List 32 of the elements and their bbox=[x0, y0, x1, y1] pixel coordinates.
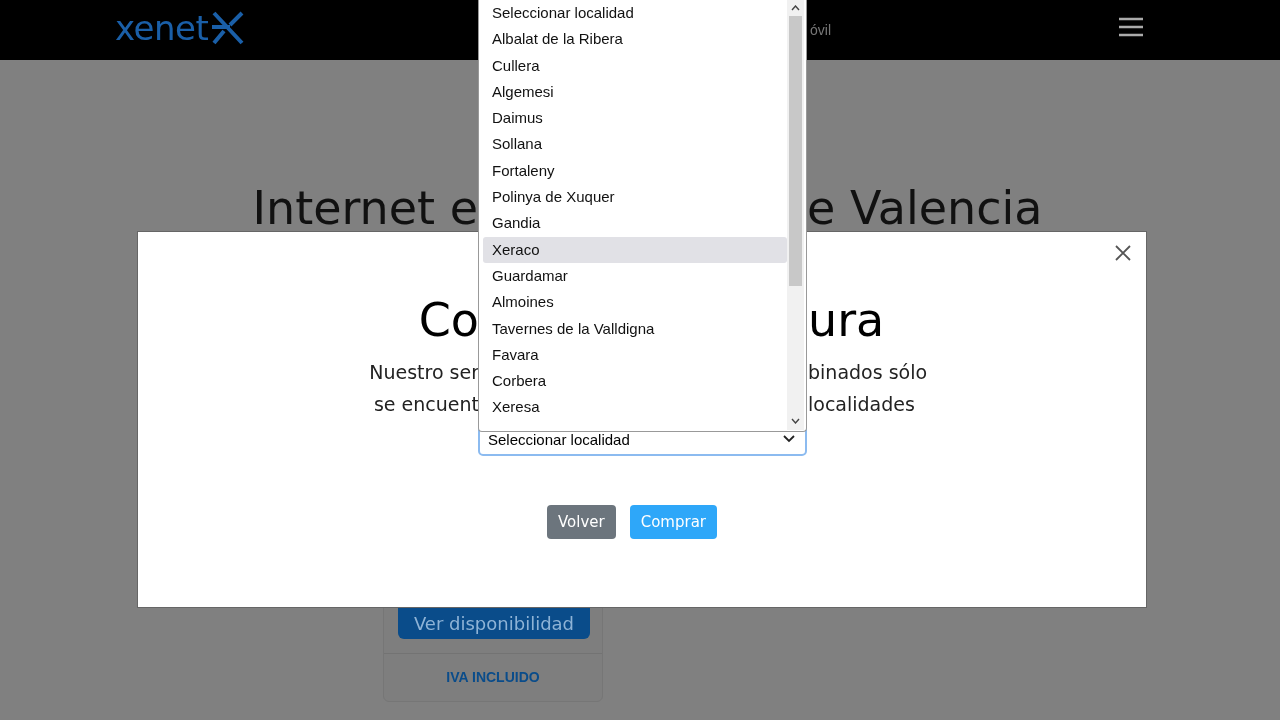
dropdown-option[interactable]: Favara bbox=[483, 341, 787, 369]
dropdown-option[interactable]: Corbera bbox=[483, 368, 787, 395]
menu-icon[interactable] bbox=[1119, 17, 1143, 37]
modal-title: ura bbox=[808, 292, 885, 349]
dropdown-option[interactable]: Polinya de Xuquer bbox=[483, 184, 787, 211]
scrollbar[interactable] bbox=[787, 0, 804, 430]
tax-note: IVA INCLUIDO bbox=[445, 669, 541, 685]
dropdown-option[interactable]: Guardamar bbox=[483, 262, 787, 290]
dropdown-option[interactable]: Daimus bbox=[483, 105, 787, 132]
back-button[interactable]: Volver bbox=[547, 505, 616, 539]
scroll-up-icon[interactable] bbox=[791, 5, 800, 11]
dropdown-option[interactable]: Tavernes de la Valldigna bbox=[483, 315, 787, 342]
dropdown-option[interactable]: Albalat de la Ribera bbox=[483, 26, 787, 53]
modal-text: binados sólo bbox=[808, 360, 928, 385]
dropdown-option[interactable]: Xeraco bbox=[483, 236, 787, 263]
chevron-down-icon bbox=[783, 435, 795, 443]
dropdown-option[interactable]: Fortaleny bbox=[483, 157, 787, 185]
page-heading: Internet e bbox=[252, 180, 478, 237]
dropdown-option[interactable]: Sollana bbox=[483, 131, 787, 158]
modal-text: Nuestro ser bbox=[369, 360, 479, 385]
dropdown-option[interactable]: Gandia bbox=[483, 210, 787, 237]
dropdown-option[interactable]: Algemesi bbox=[483, 78, 787, 106]
modal-text: localidades bbox=[808, 392, 915, 417]
dropdown-option[interactable]: Seleccionar localidad bbox=[483, 0, 787, 27]
dropdown-option[interactable]: Almoines bbox=[483, 289, 787, 316]
nav-link[interactable]: óvil bbox=[810, 22, 831, 38]
dropdown-option[interactable]: Xeresa bbox=[483, 394, 787, 421]
modal-title: Co bbox=[418, 292, 479, 349]
scroll-down-icon[interactable] bbox=[791, 418, 800, 424]
dropdown-option[interactable]: Cullera bbox=[483, 52, 787, 79]
page-heading: e Valencia bbox=[807, 180, 1043, 237]
modal-text: se encuent bbox=[373, 392, 479, 417]
